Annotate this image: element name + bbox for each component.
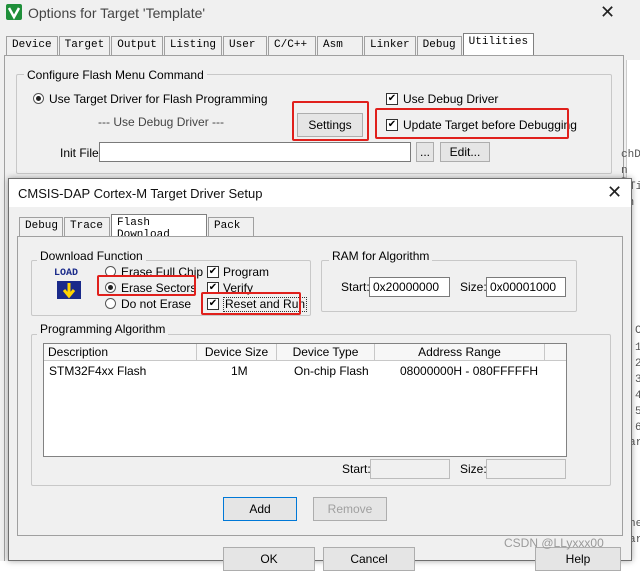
load-icon-text: LOAD <box>54 268 79 279</box>
algo-size-input[interactable] <box>486 459 566 479</box>
download-function-title: Download Function <box>37 249 146 263</box>
configure-flash-group-title: Configure Flash Menu Command <box>24 68 207 82</box>
program-checkbox[interactable]: ✔ <box>207 266 219 278</box>
ok-button[interactable]: OK <box>223 547 315 571</box>
do-not-erase-label: Do not Erase <box>121 297 192 311</box>
programming-algorithm-title: Programming Algorithm <box>37 322 169 336</box>
settings-highlight <box>292 101 369 141</box>
code-line: C <box>635 325 640 337</box>
keil-logo-icon <box>6 4 22 20</box>
help-button[interactable]: Help <box>535 547 621 571</box>
ram-size-input[interactable]: 0x00001000 <box>486 277 566 297</box>
browse-button[interactable]: ... <box>416 142 434 162</box>
tab-asm[interactable]: Asm <box>317 36 364 55</box>
do-not-erase-radio[interactable] <box>105 298 116 309</box>
row-address-range: 08000000H - 080FFFFFH <box>400 364 539 378</box>
tab-listing[interactable]: Listing <box>163 36 223 55</box>
use-debug-driver-checkbox[interactable]: ✔ <box>386 93 398 105</box>
dialog-tabs: Debug Trace Flash Download Pack <box>19 214 255 241</box>
options-tabs: Device Target Output Listing User C/C++ … <box>6 33 535 55</box>
ram-start-label: Start: <box>341 280 370 294</box>
options-window-title: Options for Target 'Template' <box>28 5 206 21</box>
edit-button[interactable]: Edit... <box>440 142 490 162</box>
column-header-device-size[interactable]: Device Size <box>197 344 277 361</box>
ram-start-input[interactable]: 0x20000000 <box>369 277 450 297</box>
load-icon: LOAD <box>53 267 85 301</box>
row-device-size: 1M <box>231 364 248 378</box>
use-debug-driver-label: Use Debug Driver <box>403 92 499 106</box>
erase-sectors-highlight <box>97 275 196 296</box>
remove-button[interactable]: Remove <box>313 497 387 521</box>
program-label: Program <box>223 265 270 279</box>
ram-size-label: Size: <box>460 280 487 294</box>
dialog-close-icon[interactable]: ✕ <box>607 182 622 203</box>
tab-user[interactable]: User <box>223 36 268 55</box>
use-debug-driver-text: --- Use Debug Driver --- <box>98 115 225 129</box>
row-device-type: On-chip Flash <box>294 364 369 378</box>
tab-trace[interactable]: Trace <box>64 217 110 236</box>
driver-setup-dialog: CMSIS-DAP Cortex-M Target Driver Setup ✕… <box>8 178 632 571</box>
use-target-driver-label: Use Target Driver for Flash Programming <box>49 92 268 106</box>
watermark: CSDN @LLyxxx00 <box>504 536 604 550</box>
row-description: STM32F4xx Flash <box>49 364 147 378</box>
code-line: chD <box>621 149 640 161</box>
algo-start-input[interactable] <box>370 459 450 479</box>
code-line: 4 <box>635 390 640 402</box>
tab-cpp[interactable]: C/C++ <box>268 36 317 55</box>
code-line: 3 <box>635 374 640 386</box>
code-line: 1 <box>635 342 640 354</box>
column-header-address-range[interactable]: Address Range <box>375 344 545 361</box>
tab-flash-download[interactable]: Flash Download <box>111 214 207 241</box>
tab-linker[interactable]: Linker <box>364 36 416 55</box>
tab-pack[interactable]: Pack <box>208 217 254 236</box>
update-target-highlight <box>375 108 569 139</box>
use-target-driver-radio[interactable] <box>33 93 44 104</box>
tab-utilities[interactable]: Utilities <box>462 33 535 55</box>
init-file-input[interactable] <box>99 142 411 162</box>
column-header-device-type[interactable]: Device Type <box>277 344 375 361</box>
table-row[interactable]: STM32F4xx Flash 1M On-chip Flash 0800000… <box>44 362 566 380</box>
tab-device[interactable]: Device <box>6 36 58 55</box>
code-line: 5 <box>635 406 640 418</box>
cancel-button[interactable]: Cancel <box>323 547 415 571</box>
tab-debug[interactable]: Debug <box>19 217 63 236</box>
column-header-description[interactable]: Description <box>44 344 197 361</box>
code-line: 6 <box>635 422 640 434</box>
tab-output[interactable]: Output <box>111 36 163 55</box>
algo-start-label: Start: <box>342 462 371 476</box>
dialog-title: CMSIS-DAP Cortex-M Target Driver Setup <box>18 186 263 201</box>
tab-debug[interactable]: Debug <box>416 36 462 55</box>
algo-size-label: Size: <box>460 462 487 476</box>
ram-group-title: RAM for Algorithm <box>329 249 433 263</box>
reset-and-run-highlight <box>201 292 301 315</box>
add-button[interactable]: Add <box>223 497 297 521</box>
column-header-filler <box>545 344 566 361</box>
close-icon[interactable]: ✕ <box>600 2 615 23</box>
code-line: 2 <box>635 358 640 370</box>
tab-target[interactable]: Target <box>58 36 111 55</box>
algorithm-table: Description Device Size Device Type Addr… <box>43 343 567 457</box>
init-file-label: Init File: <box>60 146 103 160</box>
